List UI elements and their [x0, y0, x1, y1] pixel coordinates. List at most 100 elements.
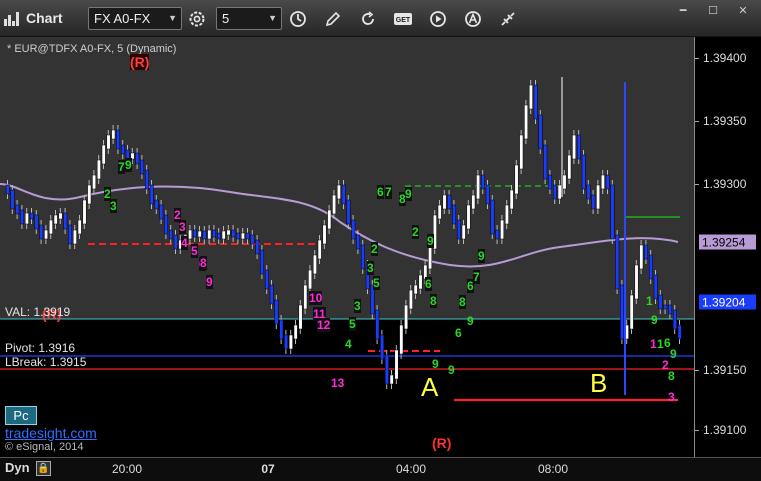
candle-down	[538, 114, 543, 150]
candle-down	[360, 244, 365, 270]
chart-area[interactable]: * EUR@TDFX A0-FX, 5 (Dynamic) (R) (R) (R…	[0, 37, 694, 457]
settings-button[interactable]	[185, 7, 209, 30]
symbol-selector[interactable]: FX A0-FX ▼	[88, 7, 182, 30]
candle-down	[264, 269, 269, 290]
count-label: 3	[179, 220, 186, 234]
count-label: 1	[646, 294, 653, 308]
minimize-icon: ━	[679, 4, 687, 17]
candle-down	[452, 204, 457, 225]
candle-up	[471, 194, 476, 210]
candle-up	[336, 184, 341, 200]
candle-up	[519, 134, 524, 170]
candle-up	[524, 104, 529, 140]
candle-down	[548, 174, 553, 190]
minimize-button[interactable]: ━	[671, 2, 695, 18]
count-label: 8	[430, 294, 437, 308]
candle-down	[274, 299, 279, 325]
candle-down	[480, 174, 485, 190]
price-tick: 1.39150	[703, 363, 747, 377]
price-tick: 1.39300	[703, 177, 747, 191]
count-label: 3.	[668, 390, 679, 404]
candle-down	[620, 284, 625, 340]
chevron-down-icon: ▼	[168, 13, 177, 23]
count-label: 4	[181, 236, 188, 250]
candle-down	[284, 334, 289, 350]
candle-up	[399, 324, 404, 355]
candle-up	[634, 264, 639, 300]
count-label: 7	[473, 270, 480, 284]
interval-selector[interactable]: 5 ▼	[216, 7, 282, 30]
candle-up	[322, 224, 327, 245]
candle-down	[490, 199, 495, 235]
maximize-button[interactable]: ☐	[701, 2, 725, 18]
ma-price-tag: 1.39254	[699, 234, 756, 250]
candle-down	[576, 134, 581, 160]
pc-button[interactable]: Pc	[5, 406, 37, 425]
candle-down	[173, 234, 178, 250]
candle-down	[120, 144, 125, 155]
candle-down	[581, 154, 586, 190]
candle-down	[34, 214, 39, 230]
candle-up	[24, 212, 29, 225]
pencil-icon	[325, 11, 341, 26]
count-label: 9	[427, 234, 434, 248]
candle-down	[135, 152, 140, 165]
close-button[interactable]: ✕	[731, 2, 755, 18]
alert-button[interactable]	[461, 7, 485, 30]
maximize-icon: ☐	[708, 4, 718, 17]
count-label: 3	[367, 261, 374, 275]
count-label: 5	[349, 317, 356, 331]
link-icon	[501, 11, 515, 26]
candle-down	[250, 234, 255, 245]
candle-up	[404, 304, 409, 330]
candle-down	[447, 194, 452, 210]
count-label: 9	[467, 314, 474, 328]
candle-up	[572, 134, 577, 160]
r-marker-bottom: (R)	[432, 435, 452, 451]
time-template-button[interactable]	[286, 7, 310, 30]
count-label: 10	[309, 291, 323, 305]
pivot-label: Pivot: 1.3916	[5, 341, 76, 355]
candle-up	[288, 334, 293, 350]
candle-down	[116, 129, 121, 150]
candle-down	[39, 224, 44, 240]
link-button[interactable]	[496, 7, 520, 30]
candle-down	[68, 224, 73, 245]
count-label: 2	[371, 242, 378, 256]
candle-up	[44, 229, 49, 240]
candle-up	[567, 154, 572, 180]
get-data-button[interactable]: GET	[391, 7, 415, 30]
candle-up	[514, 164, 519, 195]
candle-up	[58, 212, 63, 220]
candle-down	[356, 234, 361, 250]
dynamic-label: Dyn	[5, 460, 30, 475]
candle-down	[658, 294, 663, 310]
candle-down	[677, 324, 682, 340]
refresh-button[interactable]	[356, 7, 380, 30]
toolbar: Chart FX A0-FX ▼ 5 ▼ GET ━ ☐ ✕	[0, 0, 761, 37]
candle-up	[389, 374, 394, 385]
candle-down	[351, 219, 356, 240]
lock-icon[interactable]: 🔒	[36, 461, 51, 476]
draw-tool-button[interactable]	[321, 7, 345, 30]
count-label: 9	[206, 275, 213, 289]
candle-down	[648, 254, 653, 280]
count-label: 8	[668, 369, 675, 383]
candle-down	[245, 232, 250, 240]
count-label: 9	[125, 158, 132, 172]
candle-down	[202, 230, 207, 240]
time-tick: 20:00	[111, 462, 143, 476]
price-axis[interactable]: 1.39400 1.39350 1.39300 1.39150 1.39100 …	[694, 37, 761, 457]
candle-up	[466, 204, 471, 230]
count-label: 7	[118, 160, 125, 174]
candle-up	[207, 229, 212, 240]
candle-up	[528, 84, 533, 110]
time-axis-bar: Dyn 🔒 20:00 07 04:00 08:00	[0, 457, 761, 481]
candle-up	[509, 189, 514, 210]
count-label: 2	[412, 225, 419, 239]
play-button[interactable]	[426, 7, 450, 30]
brand-link[interactable]: tradesight.com	[5, 425, 97, 441]
candle-up	[317, 239, 322, 260]
candles-group	[5, 80, 682, 389]
candle-up	[72, 229, 77, 245]
